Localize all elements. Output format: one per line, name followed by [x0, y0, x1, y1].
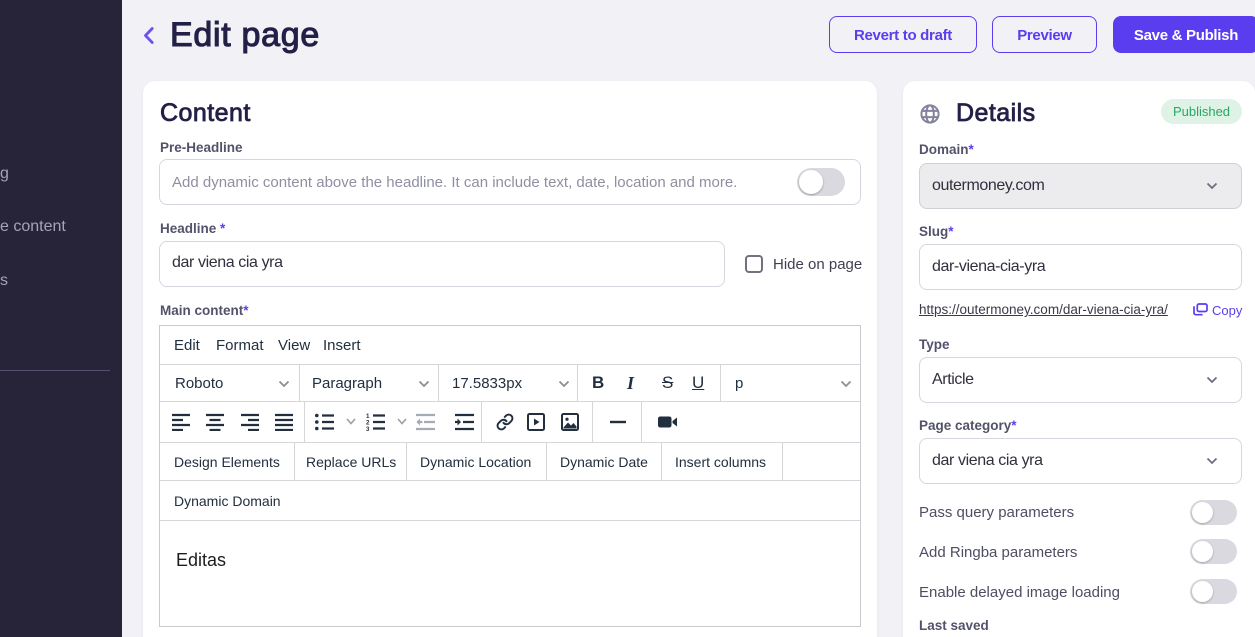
svg-text:3: 3	[366, 426, 370, 431]
